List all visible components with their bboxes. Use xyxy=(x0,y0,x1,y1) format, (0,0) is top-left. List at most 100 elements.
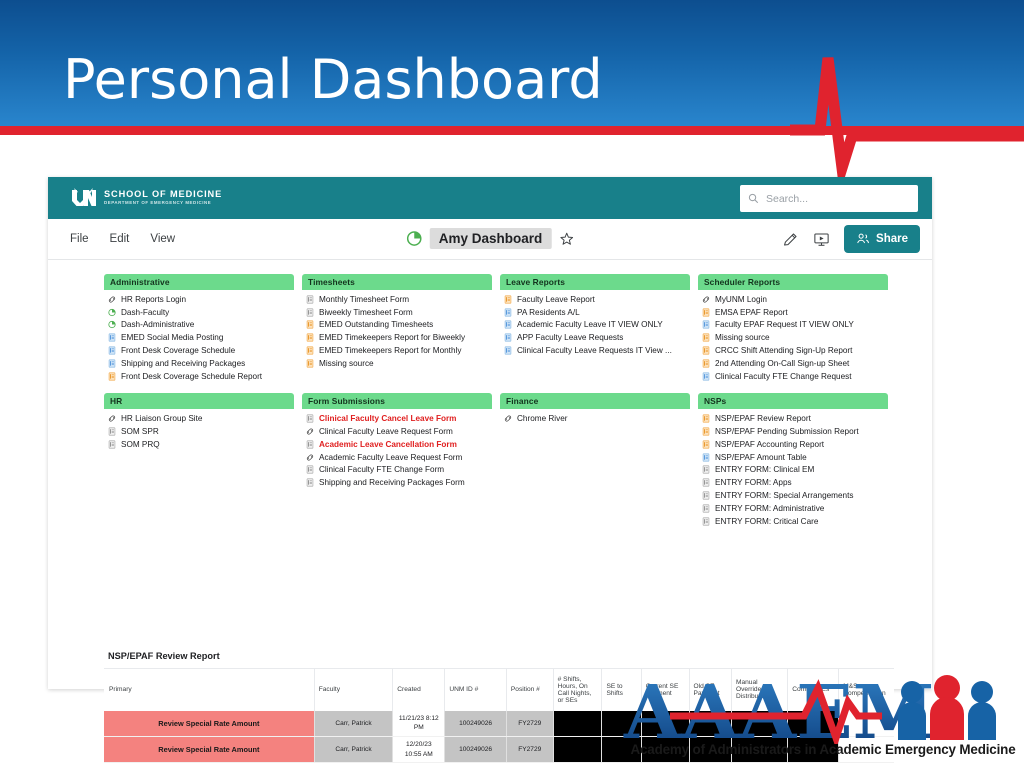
table-col-header[interactable]: UNM ID # xyxy=(444,668,507,711)
card-link-item[interactable]: EMED Timekeepers Report for Biweekly xyxy=(306,331,492,344)
link-icon xyxy=(702,296,710,303)
card-link-item[interactable]: Academic Leave Cancellation Form xyxy=(306,438,492,451)
card-link-item[interactable]: Chrome River xyxy=(504,412,690,425)
svg-text:AAAEM: AAAEM xyxy=(623,672,935,744)
card-form-submissions: Form Submissions Clinical Faculty Cancel … xyxy=(302,393,492,529)
card-link-item[interactable]: Faculty Leave Report xyxy=(504,293,690,306)
card-link-item[interactable]: Clinical Faculty Leave Requests IT View … xyxy=(504,344,690,357)
form-blue-icon xyxy=(504,320,512,329)
card-link-item[interactable]: ENTRY FORM: Special Arrangements xyxy=(702,489,888,502)
card-link-label: Front Desk Coverage Schedule Report xyxy=(121,371,263,381)
present-monitor-icon[interactable] xyxy=(813,231,830,248)
card-link-item[interactable]: Faculty EPAF Request IT VIEW ONLY xyxy=(702,319,888,332)
card-link-item[interactable]: Shipping and Receiving Packages Form xyxy=(306,476,492,489)
card-link-item[interactable]: ENTRY FORM: Critical Care xyxy=(702,515,888,528)
search-icon xyxy=(748,193,759,204)
form-blue-icon xyxy=(504,333,512,342)
card-link-label: Clinical Faculty FTE Change Form xyxy=(319,465,445,475)
card-link-item[interactable]: Biweekly Timesheet Form xyxy=(306,306,492,319)
card-link-item[interactable]: ENTRY FORM: Apps xyxy=(702,476,888,489)
card-link-item[interactable]: HR Liaison Group Site xyxy=(108,412,294,425)
card-link-item[interactable]: Clinical Faculty FTE Change Request xyxy=(702,370,888,383)
menu-item-view[interactable]: View xyxy=(150,233,175,245)
card-body: Clinical Faculty Cancel Leave Form Clinic… xyxy=(302,409,492,491)
card-link-label: HR Liaison Group Site xyxy=(121,414,203,424)
card-link-item[interactable]: 2nd Attending On-Call Sign-up Sheet xyxy=(702,357,888,370)
card-link-item[interactable]: Clinical Faculty FTE Change Form xyxy=(306,464,492,477)
share-button-label: Share xyxy=(876,233,908,245)
card-link-item[interactable]: ENTRY FORM: Clinical EM xyxy=(702,464,888,477)
card-link-item[interactable]: NSP/EPAF Review Report xyxy=(702,412,888,425)
card-header: NSPs xyxy=(698,393,888,410)
menu-item-edit[interactable]: Edit xyxy=(110,233,130,245)
form-gray-icon xyxy=(702,491,710,500)
card-link-label: SOM PRQ xyxy=(121,439,160,449)
unm-lobo-shield-icon xyxy=(72,187,96,206)
card-link-item[interactable]: Dash-Administrative xyxy=(108,319,294,332)
card-link-item[interactable]: SOM SPR xyxy=(108,425,294,438)
card-hr: HR HR Liaison Group Site SOM SPR SOM PRQ xyxy=(104,393,294,529)
aaaem-logo: AAAEM Academy of Administrators in Acade… xyxy=(622,670,1024,768)
card-link-item[interactable]: EMSA EPAF Report xyxy=(702,306,888,319)
card-link-item[interactable]: APP Faculty Leave Requests xyxy=(504,331,690,344)
card-link-item[interactable]: EMED Outstanding Timesheets xyxy=(306,319,492,332)
cell-unm-id: 100249026 xyxy=(444,736,507,763)
card-link-item[interactable]: Dash-Faculty xyxy=(108,306,294,319)
card-timesheets: Timesheets Monthly Timesheet Form Biweekly… xyxy=(302,274,492,384)
cell-unm-id: 100249026 xyxy=(444,710,507,737)
card-link-label: EMSA EPAF Report xyxy=(715,307,788,317)
card-link-item[interactable]: EMED Social Media Posting xyxy=(108,331,294,344)
card-link-item[interactable]: Missing source xyxy=(702,331,888,344)
document-title[interactable]: Amy Dashboard xyxy=(429,228,552,249)
search-input[interactable]: Search... xyxy=(740,185,918,212)
card-link-item[interactable]: Front Desk Coverage Schedule xyxy=(108,344,294,357)
card-link-label: Missing source xyxy=(319,358,374,368)
form-gray-icon xyxy=(306,440,314,449)
card-link-item[interactable]: ENTRY FORM: Administrative xyxy=(702,502,888,515)
app-topbar: SCHOOL OF MEDICINE DEPARTMENT OF EMERGEN… xyxy=(48,177,932,219)
star-icon[interactable] xyxy=(559,232,573,246)
form-gray-icon xyxy=(306,295,314,304)
link-icon xyxy=(108,296,116,303)
card-link-label: 2nd Attending On-Call Sign-up Sheet xyxy=(715,358,850,368)
card-link-item[interactable]: Shipping and Receiving Packages xyxy=(108,357,294,370)
search-placeholder: Search... xyxy=(766,192,809,205)
card-link-label: Clinical Faculty FTE Change Request xyxy=(715,371,852,381)
card-leave-reports: Leave Reports Faculty Leave Report PA Resi… xyxy=(500,274,690,384)
card-link-item[interactable]: PA Residents A/L xyxy=(504,306,690,319)
card-link-item[interactable]: Clinical Faculty Cancel Leave Form xyxy=(306,412,492,425)
form-gray-icon xyxy=(306,308,314,317)
card-link-item[interactable]: EMED Timekeepers Report for Monthly xyxy=(306,344,492,357)
card-link-label: Clinical Faculty Cancel Leave Form xyxy=(319,414,457,424)
card-link-item[interactable]: CRCC Shift Attending Sign-Up Report xyxy=(702,344,888,357)
pencil-edit-icon[interactable] xyxy=(782,231,799,248)
card-link-item[interactable]: NSP/EPAF Amount Table xyxy=(702,451,888,464)
card-link-item[interactable]: Academic Faculty Leave Request Form xyxy=(306,451,492,464)
table-col-header[interactable]: Primary xyxy=(104,668,315,711)
share-button[interactable]: Share xyxy=(844,225,920,253)
card-link-item[interactable]: NSP/EPAF Accounting Report xyxy=(702,438,888,451)
card-link-item[interactable]: Missing source xyxy=(306,357,492,370)
table-col-header[interactable]: Faculty xyxy=(313,668,393,711)
app-toolbar-right: Share xyxy=(782,225,920,253)
card-link-label: ENTRY FORM: Apps xyxy=(715,478,792,488)
card-link-item[interactable]: NSP/EPAF Pending Submission Report xyxy=(702,425,888,438)
card-link-item[interactable]: HR Reports Login xyxy=(108,293,294,306)
card-link-item[interactable]: Clinical Faculty Leave Request Form xyxy=(306,425,492,438)
report-orange-icon xyxy=(306,359,314,368)
card-link-label: ENTRY FORM: Clinical EM xyxy=(715,465,815,475)
table-col-header[interactable]: Created xyxy=(392,668,445,711)
card-link-item[interactable]: SOM PRQ xyxy=(108,438,294,451)
card-link-label: NSP/EPAF Pending Submission Report xyxy=(715,427,859,437)
table-col-header[interactable]: Position # xyxy=(505,668,554,711)
menu-item-file[interactable]: File xyxy=(70,233,89,245)
logo-line-2: DEPARTMENT OF EMERGENCY MEDICINE xyxy=(104,200,212,206)
card-link-item[interactable]: Academic Faculty Leave IT VIEW ONLY xyxy=(504,319,690,332)
table-col-header[interactable]: # Shifts, Hours, On Call Nights, or SEs xyxy=(552,668,602,711)
card-link-item[interactable]: Monthly Timesheet Form xyxy=(306,293,492,306)
card-link-item[interactable]: Front Desk Coverage Schedule Report xyxy=(108,370,294,383)
card-link-item[interactable]: MyUNM Login xyxy=(702,293,888,306)
card-link-label: NSP/EPAF Accounting Report xyxy=(715,439,825,449)
card-link-label: Clinical Faculty Leave Requests IT View … xyxy=(517,346,672,356)
report-orange-icon xyxy=(306,320,314,329)
